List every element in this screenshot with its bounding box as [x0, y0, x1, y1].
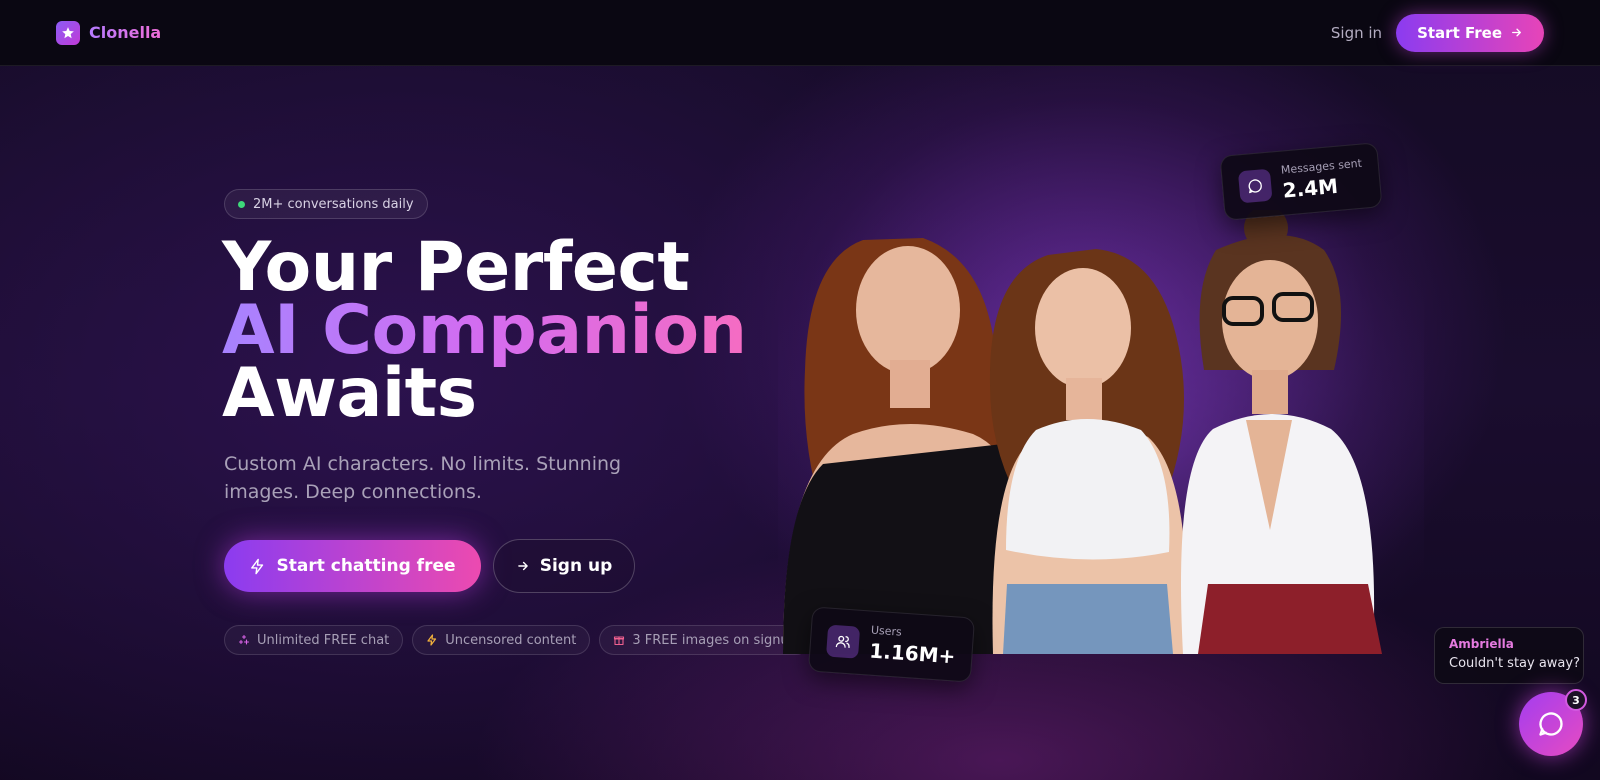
brand[interactable]: Clonella: [56, 20, 162, 45]
chip-label: Uncensored content: [445, 632, 577, 648]
gift-icon: [614, 636, 625, 646]
hero-companions-image: [778, 210, 1424, 654]
online-dot-icon: [238, 200, 245, 208]
start-chatting-label: Start chatting free: [276, 556, 456, 576]
chat-preview-bubble[interactable]: Ambriella Couldn't stay away?: [1434, 627, 1584, 684]
arrow-right-icon: [517, 561, 528, 571]
start-chatting-button[interactable]: Start chatting free: [224, 540, 481, 592]
chip-unlimited-chat: Unlimited FREE chat: [224, 625, 404, 655]
hero-headline: Your Perfect AI Companion Awaits: [222, 228, 747, 433]
headline-line1: Your Perfect: [222, 228, 690, 307]
brand-name: Clonella: [89, 23, 162, 42]
start-free-label: Start Free: [1417, 23, 1502, 42]
bolt-icon: [427, 634, 437, 646]
signup-label: Sign up: [539, 556, 613, 576]
arrow-right-icon: [1512, 28, 1521, 37]
signup-button[interactable]: Sign up: [493, 539, 635, 593]
bolt-icon: [251, 558, 264, 574]
chip-label: Unlimited FREE chat: [257, 632, 390, 648]
star-logo-icon: [56, 20, 80, 45]
headline-line3: Awaits: [222, 354, 477, 433]
sparkles-icon: [238, 634, 250, 645]
unread-count-badge: 3: [1565, 689, 1587, 711]
signin-link[interactable]: Sign in: [1331, 24, 1382, 42]
stat-value: 1.16M+: [868, 638, 957, 669]
chip-uncensored: Uncensored content: [412, 625, 591, 655]
badge-text: 2M+ conversations daily: [253, 196, 414, 212]
nav-actions: Sign in Start Free: [1331, 13, 1544, 52]
conversations-badge: 2M+ conversations daily: [224, 189, 428, 219]
stat-value: 2.4M: [1281, 173, 1339, 203]
messages-sent-card: Messages sent 2.4M: [1219, 142, 1383, 221]
message-bubble-icon: [1237, 168, 1273, 203]
chat-sender-name: Ambriella: [1449, 637, 1514, 651]
users-card: Users 1.16M+: [807, 606, 976, 683]
chip-label: 3 FREE images on signup: [632, 632, 797, 648]
hero-subtitle: Custom AI characters. No limits. Stunnin…: [224, 453, 622, 503]
top-navbar: Clonella Sign in Start Free: [0, 0, 1600, 66]
start-free-button[interactable]: Start Free: [1396, 13, 1544, 52]
users-icon: [826, 624, 861, 659]
feature-chips: Unlimited FREE chat Uncensored content 3…: [224, 625, 811, 655]
chat-icon: [1539, 712, 1563, 736]
chat-message-text: Couldn't stay away?: [1449, 656, 1580, 671]
companion-figure-2: [989, 249, 1187, 654]
